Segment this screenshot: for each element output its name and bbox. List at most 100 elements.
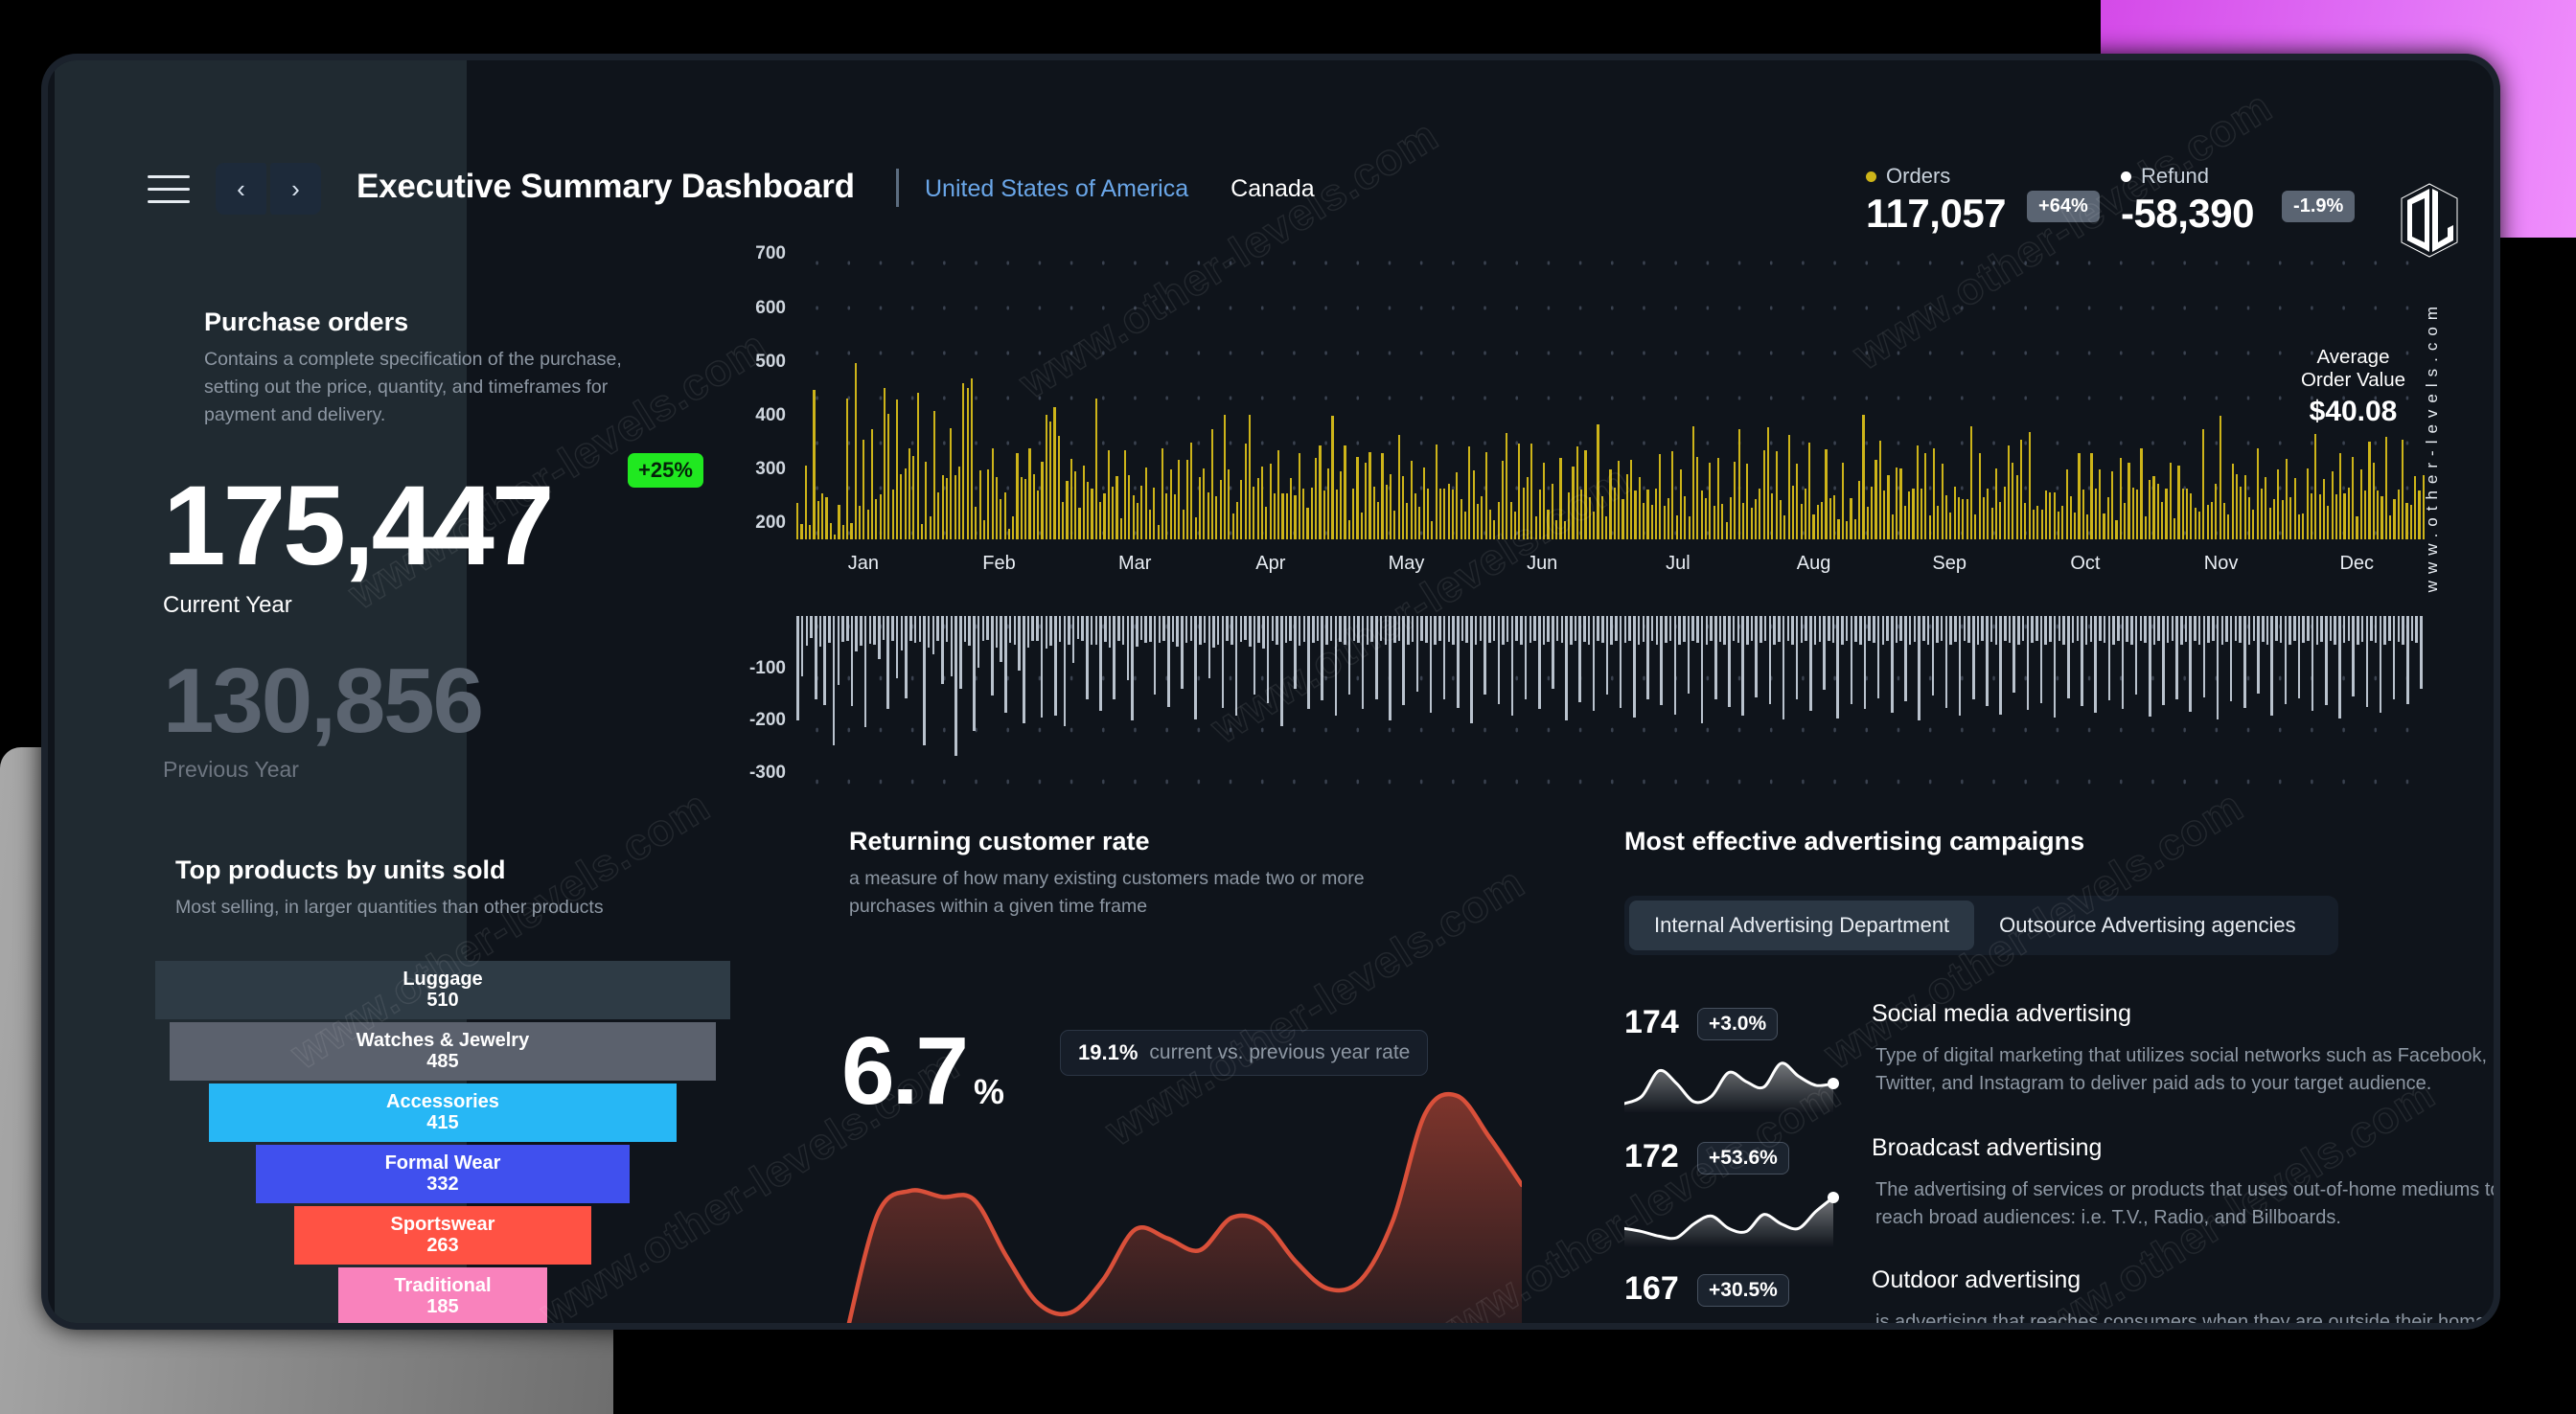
month-label-jun: Jun <box>1527 553 1558 574</box>
refund-bar <box>2402 616 2404 645</box>
refund-bar <box>1850 616 1853 704</box>
orders-bar <box>2389 514 2392 539</box>
kpi-refund-badge: -1.9% <box>2282 191 2356 222</box>
hamburger-icon[interactable] <box>148 175 190 204</box>
orders-bar <box>1393 510 1396 539</box>
funnel-row[interactable]: Sportswear 263 <box>294 1206 591 1265</box>
orders-bar <box>2012 462 2014 539</box>
refund-bar <box>1194 616 1197 719</box>
refund-bar <box>1795 616 1799 700</box>
refund-bar <box>1181 616 1184 690</box>
orders-bar <box>1547 509 1550 539</box>
funnel-row[interactable]: Watches & Jewelry 485 <box>169 1022 717 1081</box>
refund-bar <box>918 616 922 642</box>
orders-bar <box>1509 501 1512 539</box>
refund-bar <box>1696 616 1699 644</box>
refund-bar <box>1442 616 1446 700</box>
refund-bar <box>1000 616 1002 662</box>
chevron-right-icon[interactable]: › <box>270 163 321 215</box>
orders-bar <box>2202 428 2205 539</box>
refund-bar <box>2243 616 2246 708</box>
refund-bar <box>1881 616 1885 645</box>
orders-bar <box>1920 488 1923 539</box>
funnel-row[interactable]: Luggage 510 <box>155 961 730 1019</box>
refund-bar <box>936 616 939 641</box>
refund-bar <box>2410 616 2414 642</box>
orders-bar <box>1414 493 1417 539</box>
orders-bar <box>1990 507 1993 539</box>
orders-bar <box>1597 423 1599 539</box>
chevron-left-icon[interactable]: ‹ <box>216 163 266 215</box>
refund-bar <box>828 616 831 643</box>
orders-bar <box>1916 445 1919 539</box>
refund-bar <box>1552 616 1554 690</box>
orders-bar <box>1099 501 1102 539</box>
refund-bar <box>1184 616 1188 644</box>
orders-bar <box>1941 464 1944 539</box>
orders-bar <box>2149 480 2151 539</box>
orders-bar <box>1684 496 1687 539</box>
refund-bar <box>1700 616 1704 724</box>
orders-bar <box>1285 493 1288 539</box>
orders-bar <box>1132 494 1135 539</box>
orders-bar <box>1796 464 1799 539</box>
refund-bar <box>1212 616 1215 649</box>
orders-bar <box>2393 498 2396 539</box>
tab-united-states[interactable]: United States of America <box>925 175 1188 203</box>
refund-bar <box>2103 616 2106 644</box>
orders-bar <box>2124 502 2127 539</box>
refund-bar <box>2116 616 2120 642</box>
tab-internal-advertising-department[interactable]: Internal Advertising Department <box>1629 901 1975 950</box>
orders-bar <box>2247 497 2251 539</box>
refund-bar <box>1262 616 1265 649</box>
orders-bar <box>1062 501 1065 539</box>
funnel-row[interactable]: Formal Wear 332 <box>255 1145 631 1203</box>
refund-bar <box>1307 616 1310 710</box>
orders-bar <box>1791 486 1794 539</box>
refund-bar <box>1045 616 1048 649</box>
refund-bar <box>1673 616 1677 715</box>
refund-bar <box>1203 616 1207 644</box>
refund-bar <box>1936 616 1939 644</box>
refund-bar <box>1334 616 1338 716</box>
refund-bar <box>2311 616 2314 712</box>
funnel-row[interactable]: Traditional 185 <box>338 1267 547 1323</box>
orders-bar <box>1265 507 1268 539</box>
refund-bar <box>2049 616 2052 643</box>
purchase-orders-title: Purchase orders <box>204 308 409 336</box>
orders-bar <box>1319 445 1322 539</box>
refund-bar <box>958 616 962 690</box>
refund-bar <box>2099 616 2102 642</box>
orders-bar <box>883 387 886 539</box>
orders-bar <box>2227 514 2230 539</box>
orders-bar <box>1497 501 1500 539</box>
orders-bar <box>1277 449 1280 539</box>
refund-bar <box>2275 616 2278 642</box>
refund-bar <box>1149 616 1152 643</box>
refund-bar <box>1592 616 1596 712</box>
funnel-row[interactable]: Accessories 415 <box>208 1083 678 1142</box>
orders-bar <box>1866 507 1869 539</box>
refund-bar <box>832 616 836 745</box>
tab-outsource-advertising-agencies[interactable]: Outsource Advertising agencies <box>1974 901 2320 950</box>
orders-bar <box>1190 442 1193 539</box>
refund-bar <box>1176 616 1179 647</box>
refund-bars <box>795 616 2425 788</box>
refund-bar <box>1031 616 1034 641</box>
orders-bar <box>2177 465 2180 539</box>
orders-bar <box>1675 514 1678 539</box>
refund-bar <box>1986 616 1989 706</box>
y-tick--300: -300 <box>748 762 786 783</box>
orders-bar <box>1456 471 1459 539</box>
refund-bar <box>1284 616 1288 644</box>
tab-canada[interactable]: Canada <box>1230 175 1315 203</box>
refund-bar <box>2234 616 2238 642</box>
refund-bar <box>2357 616 2359 645</box>
refund-bar <box>1113 616 1116 700</box>
orders-bar <box>1825 449 1828 539</box>
orders-bar <box>2090 453 2093 539</box>
refund-bar <box>1718 616 1722 643</box>
orders-bar <box>1999 501 2002 539</box>
orders-bar <box>1766 427 1770 539</box>
refund-bar <box>1289 616 1292 642</box>
